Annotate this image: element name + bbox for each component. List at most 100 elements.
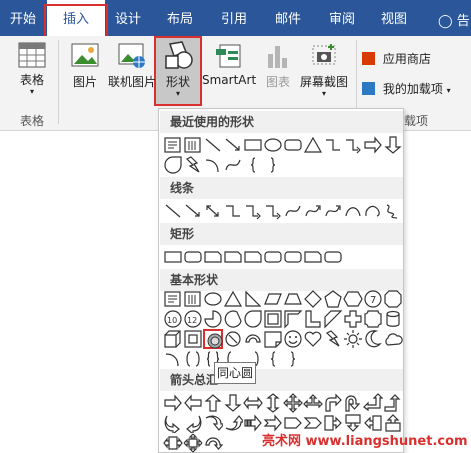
quad-shape-icon[interactable] [283,393,303,413]
tab-layout[interactable]: 布局 [160,0,200,36]
udarrow-shape-icon[interactable] [263,393,283,413]
dblarrow-shape-icon[interactable] [203,201,223,221]
my-addins-button[interactable]: 我的加载项 ▾ [362,80,467,97]
ellipse-shape-icon[interactable] [263,135,283,155]
snip-shape-icon[interactable] [303,247,323,267]
pentagon-shape-icon[interactable] [323,289,343,309]
circle12-shape-icon[interactable]: 12 [183,309,203,329]
blockarc-shape-icon[interactable] [243,329,263,349]
arrowline-shape-icon[interactable] [183,201,203,221]
circular-shape-icon[interactable] [203,433,224,453]
darrow-shape-icon[interactable] [223,393,243,413]
lrcallout-shape-icon[interactable] [163,433,183,453]
rrect-shape-icon[interactable] [283,135,303,155]
circle7-shape-icon[interactable]: 7 [363,289,383,309]
cube-shape-icon[interactable] [163,329,183,349]
tab-mailings[interactable]: 邮件 [268,0,308,36]
tab-design[interactable]: 设计 [108,0,148,36]
vtext-shape-icon[interactable] [183,289,203,309]
lshape-shape-icon[interactable] [303,309,323,329]
rect-shape-icon[interactable] [243,135,263,155]
can-shape-icon[interactable] [383,309,403,329]
tab-references[interactable]: 引用 [214,0,254,36]
table-button[interactable]: 表格 ▾ [12,42,52,96]
brackets-shape-icon[interactable] [183,349,203,369]
rtriangle-shape-icon[interactable] [243,289,263,309]
circle10-shape-icon[interactable]: 10 [163,309,183,329]
line-shape-icon[interactable] [163,201,183,221]
teardrop-shape-icon[interactable] [163,155,183,175]
snip-shape-icon[interactable] [243,247,263,267]
shapes-button[interactable]: 形状 ▾ [156,40,200,98]
uarrow-shape-icon[interactable] [203,393,223,413]
screenshot-button[interactable]: 屏幕截图 ▾ [298,42,350,98]
tri-shape-icon[interactable] [303,393,323,413]
diamond-shape-icon[interactable] [303,289,323,309]
quadcallout-shape-icon[interactable] [183,433,203,453]
bent-shape-icon[interactable] [323,393,343,413]
lbrace-shape-icon[interactable] [263,349,283,369]
pie-shape-icon[interactable] [203,309,223,329]
lbrace-shape-icon[interactable] [243,155,263,175]
rbrace-shape-icon[interactable] [263,155,283,175]
rrect-shape-icon[interactable] [283,247,303,267]
elbow-shape-icon[interactable] [223,201,243,221]
leftup-shape-icon[interactable] [363,393,384,413]
larrow-shape-icon[interactable] [183,393,203,413]
heart-shape-icon[interactable] [303,329,323,349]
bevel-shape-icon[interactable] [183,329,203,349]
rarrow-shape-icon[interactable] [163,393,183,413]
rbrace-shape-icon[interactable] [283,349,303,369]
arrowline-shape-icon[interactable] [223,135,243,155]
vtext-shape-icon[interactable] [183,135,203,155]
folded-shape-icon[interactable] [263,329,283,349]
textbox-shape-icon[interactable] [163,289,183,309]
scribble-shape-icon[interactable] [383,201,403,221]
cross-shape-icon[interactable] [343,309,363,329]
snip-shape-icon[interactable] [223,247,243,267]
elbowarrow-shape-icon[interactable] [343,135,363,155]
frame-shape-icon[interactable] [263,309,283,329]
curvedu-shape-icon[interactable] [203,413,226,433]
curvearrow-shape-icon[interactable] [303,201,323,221]
halfframe-shape-icon[interactable] [283,309,303,329]
arc-shape-icon[interactable] [343,201,363,221]
plaque-shape-icon[interactable] [363,309,383,329]
online-picture-button[interactable]: 联机图片 [106,42,158,90]
curve-shape-icon[interactable] [283,201,303,221]
sun-shape-icon[interactable] [343,329,363,349]
tell-me-box[interactable]: ◯ 告 [438,10,470,29]
curvedr-shape-icon[interactable] [163,413,183,436]
arcsm-shape-icon[interactable] [203,155,223,175]
rrect-shape-icon[interactable] [183,247,203,267]
textbox-shape-icon[interactable] [163,135,183,155]
trap-shape-icon[interactable] [283,289,303,309]
smiley-shape-icon[interactable] [283,329,303,349]
snip-shape-icon[interactable] [203,247,223,267]
lightning-shape-icon[interactable] [323,329,343,349]
arcsm-shape-icon[interactable] [163,349,183,369]
concentric-circle-shape-icon[interactable] [203,329,223,349]
tab-home[interactable]: 开始 [4,0,42,36]
elbowarrow-shape-icon[interactable] [263,201,283,221]
smartart-button[interactable]: SmartArt [202,42,256,87]
rrect-shape-icon[interactable] [263,247,283,267]
triangle-shape-icon[interactable] [303,135,323,155]
darrow-shape-icon[interactable] [383,135,403,155]
tab-review[interactable]: 审阅 [322,0,362,36]
ellipse-shape-icon[interactable] [203,289,223,309]
picture-button[interactable]: 图片 [66,42,104,90]
store-button[interactable]: 应用商店 [362,50,462,67]
octagon-shape-icon[interactable] [383,289,403,309]
diag-shape-icon[interactable] [323,309,343,329]
striped-shape-icon[interactable] [243,413,263,433]
chord-shape-icon[interactable] [223,309,243,329]
elbowarrow-shape-icon[interactable] [243,201,263,221]
cloud-shape-icon[interactable] [383,329,403,349]
elbow-shape-icon[interactable] [323,135,343,155]
curvedl-shape-icon[interactable] [183,413,203,436]
rrect-shape-icon[interactable] [323,247,343,267]
para-shape-icon[interactable] [263,289,283,309]
lightning-shape-icon[interactable] [183,155,203,175]
chart-button[interactable]: 图表 [260,42,296,90]
